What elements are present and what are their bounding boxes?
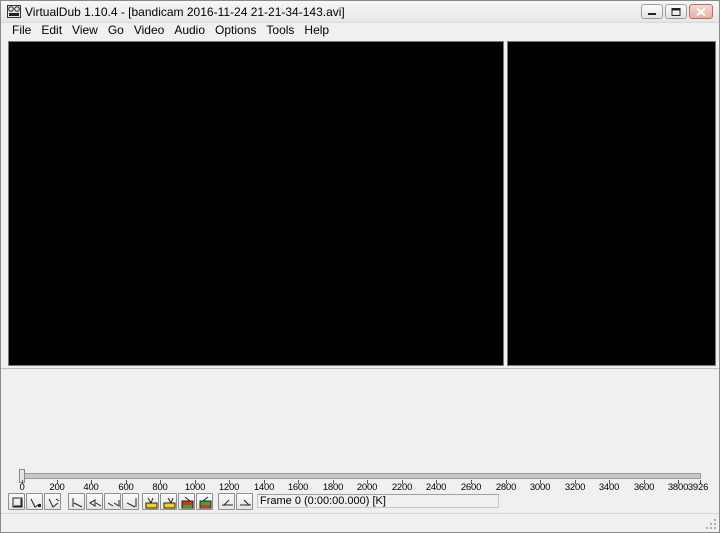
maximize-button[interactable]: [665, 4, 687, 19]
menu-file[interactable]: File: [7, 23, 36, 39]
status-bar: [1, 513, 719, 532]
window-title: VirtualDub 1.10.4 - [bandicam 2016-11-24…: [25, 5, 345, 19]
play-input-button[interactable]: [26, 493, 43, 510]
frame-status: Frame 0 (0:00:00.000) [K]: [257, 494, 499, 508]
menu-go[interactable]: Go: [103, 23, 129, 39]
resize-grip-icon[interactable]: [705, 518, 717, 530]
go-to-start-button[interactable]: [68, 493, 85, 510]
menu-options[interactable]: Options: [210, 23, 261, 39]
timeline-tick-label: 600: [118, 482, 134, 493]
go-end-icon: [126, 498, 137, 508]
timeline-track[interactable]: [21, 473, 701, 479]
play-input-icon: [30, 498, 41, 508]
title-bar[interactable]: VirtualDub 1.10.4 - [bandicam 2016-11-24…: [1, 1, 719, 23]
previous-keyframe-button[interactable]: [142, 493, 159, 510]
timeline-tick-label: 3000: [529, 482, 551, 493]
stop-icon: [12, 497, 23, 508]
menu-bar: File Edit View Go Video Audio Options To…: [1, 23, 719, 39]
timeline-tick-label: 3600: [633, 482, 655, 493]
pane-divider: [1, 368, 719, 369]
mark-out-icon: [240, 499, 251, 506]
timeline-tick-label: 2200: [391, 482, 413, 493]
next-frame-icon: [107, 500, 120, 507]
timeline-tick-label: 1800: [322, 482, 344, 493]
timeline-tick-label: 2600: [460, 482, 482, 493]
timeline-tick-label: 400: [83, 482, 99, 493]
menu-tools[interactable]: Tools: [261, 23, 299, 39]
prev-scene-icon: [181, 496, 194, 509]
next-scene-button[interactable]: [196, 493, 213, 510]
prev-key-icon: [145, 497, 158, 509]
menu-audio[interactable]: Audio: [169, 23, 210, 39]
timeline-tick-label: 200: [49, 482, 65, 493]
menu-edit[interactable]: Edit: [36, 23, 67, 39]
next-frame-button[interactable]: [104, 493, 121, 510]
minimize-icon: [648, 12, 656, 15]
mark-out-button[interactable]: [236, 493, 253, 510]
timeline-tick-label: 3200: [564, 482, 586, 493]
play-output-button[interactable]: [44, 493, 61, 510]
timeline-tick-label: 1400: [253, 482, 275, 493]
timeline-tick-label: 3800: [667, 482, 689, 493]
timeline-tick-label: 2800: [495, 482, 517, 493]
close-button[interactable]: [689, 4, 713, 19]
previous-scene-button[interactable]: [178, 493, 195, 510]
virtualdub-window: VirtualDub 1.10.4 - [bandicam 2016-11-24…: [0, 0, 720, 533]
timeline-tick-label: 0: [19, 482, 25, 493]
maximize-icon: [671, 7, 681, 16]
timeline-tick-label: 1200: [218, 482, 240, 493]
next-key-icon: [163, 497, 176, 509]
mark-in-button[interactable]: [218, 493, 235, 510]
close-icon: [696, 7, 706, 16]
menu-video[interactable]: Video: [129, 23, 169, 39]
menu-view[interactable]: View: [67, 23, 103, 39]
minimize-button[interactable]: [641, 4, 663, 19]
mark-in-icon: [222, 499, 233, 506]
stop-button[interactable]: [8, 493, 25, 510]
timeline-tick-label: 3400: [598, 482, 620, 493]
menu-help[interactable]: Help: [299, 23, 334, 39]
timeline-tick-label: 3926: [687, 482, 709, 493]
input-video-pane[interactable]: [8, 41, 504, 366]
timeline-tick-label: 2000: [356, 482, 378, 493]
next-scene-icon: [199, 496, 212, 509]
output-video-pane[interactable]: [507, 41, 716, 366]
go-start-icon: [72, 498, 83, 508]
timeline-tick-label: 1000: [184, 482, 206, 493]
previous-frame-button[interactable]: [86, 493, 103, 510]
go-to-end-button[interactable]: [122, 493, 139, 510]
next-keyframe-button[interactable]: [160, 493, 177, 510]
timeline-tick-label: 2400: [425, 482, 447, 493]
timeline-tick-label: 1600: [287, 482, 309, 493]
play-output-icon: [48, 498, 60, 508]
virtualdub-app-icon[interactable]: [7, 5, 21, 18]
prev-frame-icon: [89, 499, 102, 507]
timeline-tick-label: 800: [152, 482, 168, 493]
